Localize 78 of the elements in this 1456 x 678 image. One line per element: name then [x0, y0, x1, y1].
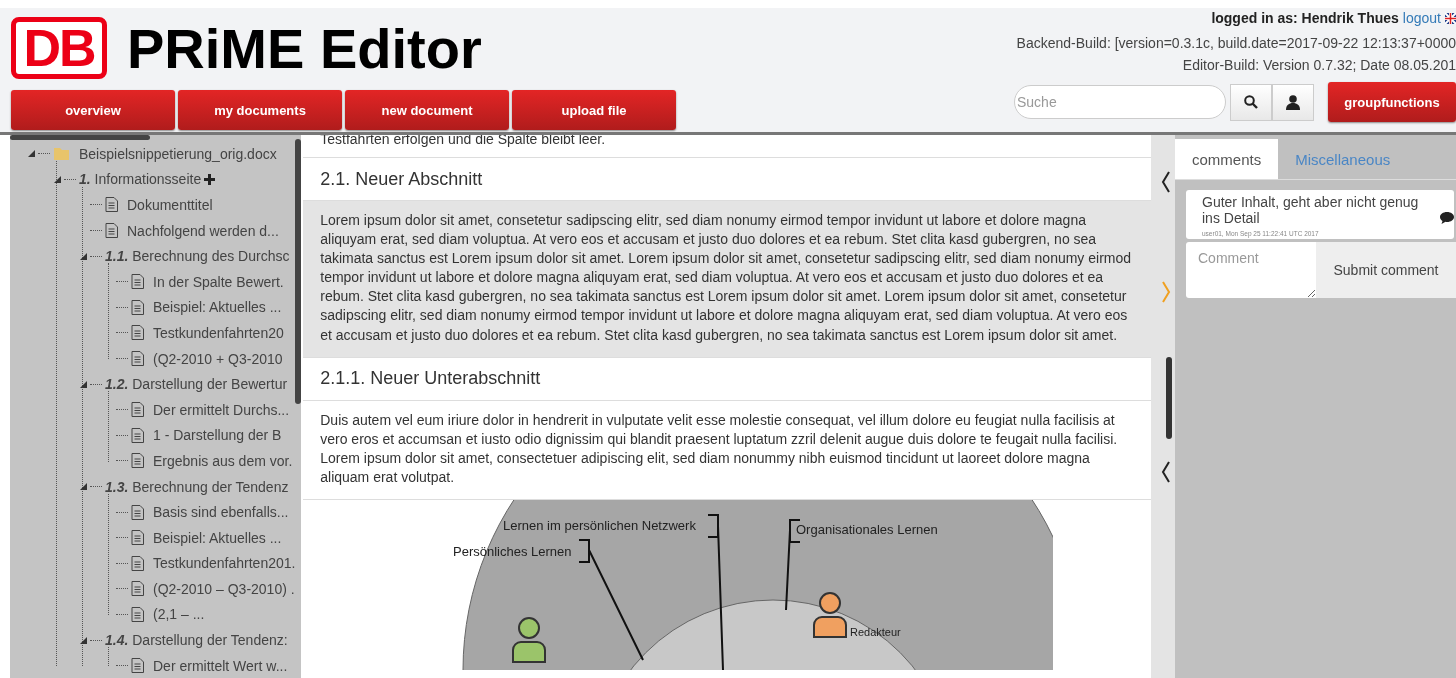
flag-icon[interactable]: [1445, 12, 1456, 24]
user-label: logged in as: Hendrik Thues: [1211, 10, 1399, 26]
tree-section[interactable]: 1.2. Darstellung der Bewertur: [105, 376, 288, 393]
chevron-left-icon[interactable]: [1161, 461, 1172, 483]
groupfunctions-button[interactable]: groupfunctions: [1328, 82, 1456, 122]
document-icon: [131, 555, 144, 571]
tree-item[interactable]: Nachfolgend werden d...: [127, 222, 279, 239]
document-icon: [131, 351, 144, 367]
document-icon: [131, 658, 144, 674]
section-heading[interactable]: 2.1.1. Neuer Unterabschnitt: [303, 357, 1152, 401]
expand-triangle-icon[interactable]: [54, 175, 61, 183]
document-icon: [131, 325, 144, 341]
document-icon: [131, 530, 144, 546]
tree-item[interactable]: Testkundenfahrten201.: [153, 555, 296, 572]
nav-button[interactable]: upload file: [512, 90, 676, 130]
tree-section[interactable]: 1. Informationsseite: [79, 171, 202, 188]
nav-button[interactable]: new document: [345, 90, 509, 130]
tree-item[interactable]: (Q2-2010 + Q3-2010: [153, 350, 283, 367]
tree-item[interactable]: In der Spalte Bewert.: [153, 273, 284, 290]
tree-item[interactable]: (Q2-2010 – Q3-2010) .: [153, 580, 295, 597]
tree-section[interactable]: 1.1. Berechnung des Durchsc: [105, 248, 290, 265]
diagram-label: Organisationales Lernen: [796, 522, 938, 538]
comment-text: Guter Inhalt, geht aber nicht genug ins Detail: [1202, 194, 1420, 226]
chevron-left-icon[interactable]: [1161, 171, 1172, 193]
expand-triangle-icon[interactable]: [28, 150, 35, 158]
document-icon: [105, 223, 118, 239]
scrollbar[interactable]: [10, 135, 150, 140]
document-icon: [131, 299, 144, 315]
tree-item[interactable]: Der ermittelt Durchs...: [153, 401, 290, 418]
tree-section[interactable]: 1.3. Berechnung der Tendenz: [105, 478, 289, 495]
document-icon: [131, 607, 144, 622]
folder-icon: [53, 146, 70, 162]
tree-item[interactable]: Beispiel: Aktuelles ...: [153, 529, 282, 546]
tree-item[interactable]: Dokumenttitel: [127, 197, 213, 213]
submit-comment-button[interactable]: Submit comment: [1316, 242, 1456, 298]
backend-build-text: Backend-Build: [version=0.3.1c, build.date=2017-09-22 12:13:37+0000: [1016, 34, 1456, 52]
tab[interactable]: comments: [1175, 139, 1279, 179]
tree-item[interactable]: Testkundenfahrten20: [153, 324, 284, 341]
tree-section[interactable]: 1.4. Darstellung der Tendenz:: [105, 632, 288, 649]
scrollbar[interactable]: [1166, 357, 1173, 439]
tree-item[interactable]: Basis sind ebenfalls...: [153, 504, 289, 521]
logo: DB: [11, 17, 107, 79]
document-icon: [131, 581, 144, 597]
search-button[interactable]: [1230, 83, 1272, 121]
expand-triangle-icon[interactable]: [80, 252, 87, 260]
search-icon: [1244, 95, 1258, 109]
document-icon: [131, 504, 144, 520]
document-icon: [131, 402, 144, 418]
user-button[interactable]: [1272, 83, 1314, 121]
document-icon: [131, 274, 144, 290]
tree-item[interactable]: Der ermittelt Wert w...: [153, 657, 288, 674]
speech-bubble-icon[interactable]: [1440, 212, 1454, 224]
document-icon: [131, 453, 144, 469]
diagram-label: Redakteur: [850, 626, 901, 639]
logout-link[interactable]: logout: [1402, 10, 1441, 26]
tree-item[interactable]: Beispiel: Aktuelles ...: [153, 299, 282, 316]
paragraph-text[interactable]: Lorem ipsum dolor sit amet, consetetur sadipscing elitr, sed diam nonumy eirmod tempor invidunt ut labore et dolore magna aliquyam erat, sed diam voluptua. At vero eos et accusam et justo duo dolores et ea rebum. Stet clita kasd gubergren, no sea takimata sanctus est Lorem ipsum dolor sit amet. Lorem ipsum dolor sit amet, consetetur sadipscing elitr, sed diam nonumy eirmod tempor invidunt ut labore et dolore magna aliquyam erat, sed diam voluptua. At vero eos et accusam et justo duo dolores et ea rebum. Stet clita kasd gubergren, no sea takimata sanctus est Lorem ipsum dolor sit amet. Lorem ipsum dolor sit amet, consetetur sadipscing elitr, sed diam nonumy eirmod tempor invidunt ut labore et dolore magna aliquyam erat, sed diam voluptua. At vero eos et accusam et justo duo dolores et ea rebum. Stet clita kasd gubergren, no sea takimata sanctus est Lorem ipsum dolor sit amet.: [303, 201, 1152, 358]
editor-build-text: Editor-Build: Version 0.7.32; Date 08.05.201: [1182, 56, 1456, 74]
diagram-label: Lernen im persönlichen Netzwerk: [503, 518, 697, 534]
person-icon: [813, 592, 848, 639]
document-icon: [105, 197, 118, 213]
document-icon: [131, 427, 144, 443]
user-icon: [1286, 94, 1300, 110]
expand-triangle-icon[interactable]: [80, 380, 87, 388]
plus-icon[interactable]: [204, 173, 216, 185]
tree-item[interactable]: Ergebnis aus dem vor.: [153, 452, 293, 469]
search-field[interactable]: Suche: [1014, 85, 1226, 119]
app-title: PRiME Editor: [127, 15, 482, 81]
nav-button[interactable]: overview: [11, 90, 175, 130]
expand-triangle-icon[interactable]: [80, 483, 87, 490]
scrollbar[interactable]: [295, 139, 302, 404]
person-icon: [512, 617, 547, 664]
expand-triangle-icon[interactable]: [80, 636, 87, 644]
tree-item[interactable]: Beispielsnippetierung_orig.docx: [79, 145, 277, 162]
nav-button[interactable]: my documents: [178, 90, 342, 130]
tree-item[interactable]: (2,1 – ...: [153, 606, 205, 623]
comment-field[interactable]: Comment: [1186, 242, 1316, 298]
tree-item[interactable]: 1 - Darstellung der B: [153, 427, 282, 444]
